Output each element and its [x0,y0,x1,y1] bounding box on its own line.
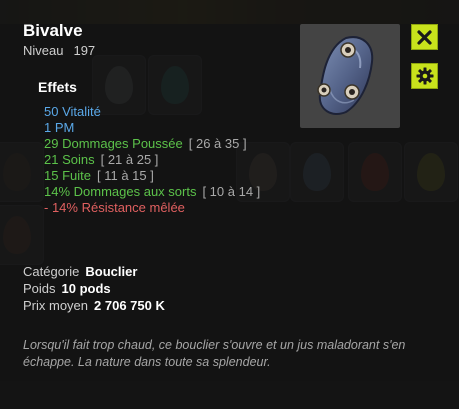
game-screen: Bivalve Niveau 197 Effets 50 Vitalité 1 P… [0,0,459,409]
close-button[interactable] [411,24,438,50]
effect-range: [ 10 à 14 ] [202,184,261,199]
effect-line: 1 PM [44,120,284,136]
item-name: Bivalve [23,21,83,40]
effect-line: - 14% Résistance mêlée [44,200,284,216]
effects-title: Effets [38,79,77,95]
price-value: 2 706 750 K [94,298,165,313]
item-tooltip: Bivalve Niveau 197 Effets 50 Vitalité 1 P… [0,0,459,409]
shield-item-image [317,36,374,115]
item-info: Catégorie Bouclier Poids 10 pods Prix moye… [23,263,165,314]
effect-line: 29 Dommages Poussée [ 26 à 35 ] [44,136,284,152]
effect-line: 50 Vitalité [44,104,284,120]
effect-range: [ 11 à 15 ] [96,168,154,183]
price-row: Prix moyen 2 706 750 K [23,297,165,314]
item-image-frame [300,24,400,128]
price-label: Prix moyen [23,298,89,313]
barnacle [317,83,331,97]
effect-text: 29 Dommages Poussée [44,136,183,151]
effect-line: 21 Soins [ 21 à 25 ] [44,152,284,168]
effect-line: 14% Dommages aux sorts [ 10 à 14 ] [44,184,284,200]
settings-button[interactable] [411,63,438,89]
category-value: Bouclier [85,264,138,279]
barnacle [340,42,356,58]
effect-range: [ 21 à 25 ] [100,152,159,167]
level-label: Niveau [23,43,64,58]
effect-text: - 14% Résistance mêlée [44,200,185,215]
weight-label: Poids [23,281,56,296]
close-icon [417,29,432,45]
effect-line: 15 Fuite [ 11 à 15 ] [44,168,284,184]
level-value: 197 [73,43,96,58]
effect-range: [ 26 à 35 ] [188,136,247,151]
weight-value: 10 pods [61,281,111,296]
item-description: Lorsqu'il fait trop chaud, ce bouclier s… [23,338,406,369]
weight-row: Poids 10 pods [23,280,165,297]
barnacle [344,84,360,100]
effect-text: 1 PM [44,120,75,135]
effect-text: 14% Dommages aux sorts [44,184,197,199]
item-level: Niveau 197 [23,43,95,58]
effect-text: 21 Soins [44,152,95,167]
category-label: Catégorie [23,264,80,279]
effect-text: 15 Fuite [44,168,91,183]
category-row: Catégorie Bouclier [23,263,165,280]
effects-list: 50 Vitalité 1 PM 29 Dommages Poussée [ 26… [44,104,284,216]
effect-text: 50 Vitalité [44,104,101,119]
gear-icon [416,67,433,85]
